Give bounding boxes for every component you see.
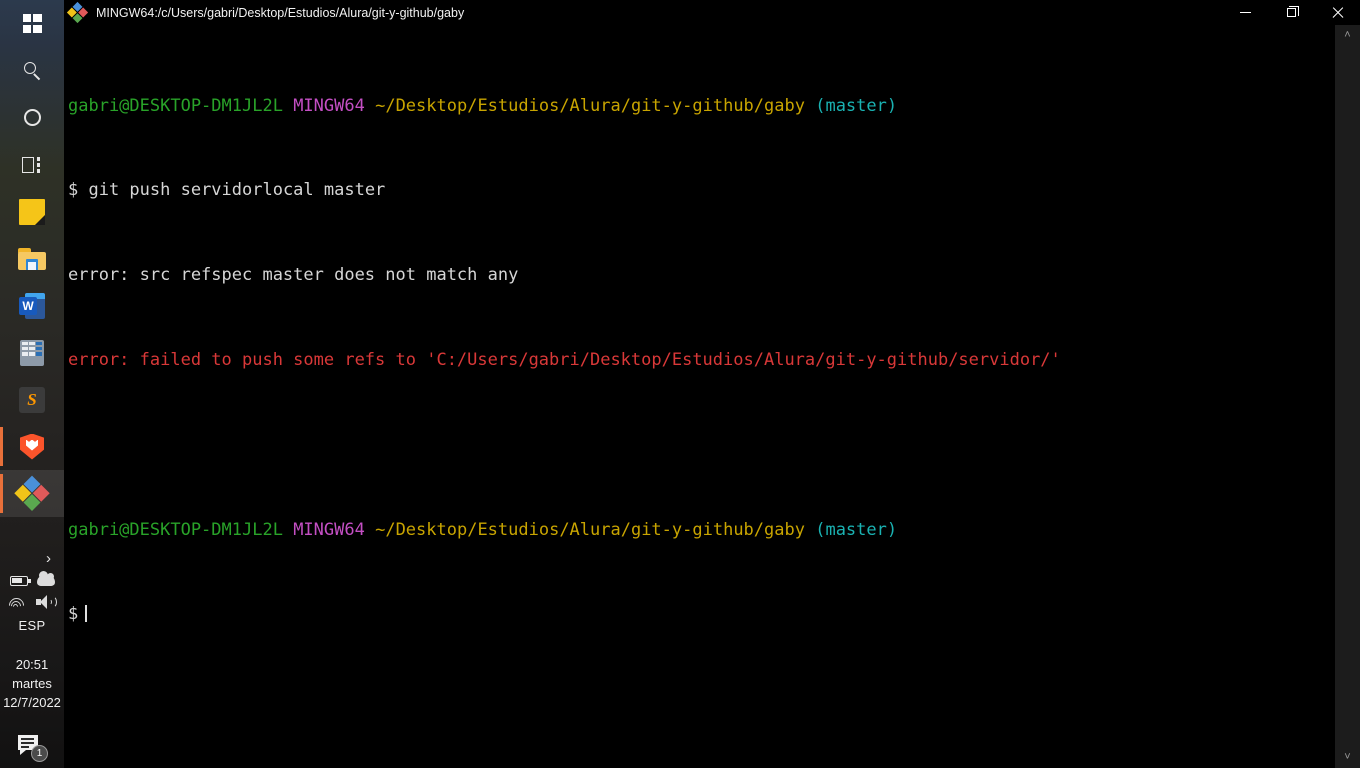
search-icon bbox=[22, 61, 42, 81]
sublime-text-button[interactable]: S bbox=[0, 376, 64, 423]
tray-row-network bbox=[0, 594, 64, 616]
circle-icon bbox=[23, 109, 41, 126]
minimize-button[interactable] bbox=[1222, 0, 1268, 25]
clock-time: 20:51 bbox=[15, 657, 49, 672]
prompt-path: ~/Desktop/Estudios/Alura/git-y-github/ga… bbox=[375, 95, 805, 116]
command-prefix: $ bbox=[68, 180, 89, 201]
sublime-letter: S bbox=[27, 390, 37, 409]
input-prefix: $ bbox=[68, 604, 79, 625]
prompt-path: ~/Desktop/Estudios/Alura/git-y-github/ga… bbox=[375, 519, 805, 540]
show-hidden-icons-button[interactable]: › bbox=[0, 551, 64, 566]
git-bash-button[interactable] bbox=[0, 470, 64, 517]
running-indicator bbox=[0, 427, 3, 466]
terminal-input-line[interactable]: $ bbox=[68, 604, 1335, 625]
terminal-output[interactable]: gabri@DESKTOP-DM1JL2L MINGW64 ~/Desktop/… bbox=[64, 25, 1335, 768]
brave-button[interactable] bbox=[0, 423, 64, 470]
text-cursor bbox=[85, 605, 88, 623]
start-button[interactable] bbox=[0, 0, 64, 47]
scrollbar-track[interactable] bbox=[1335, 41, 1360, 752]
terminal-output-line: error: src refspec master does not match… bbox=[68, 265, 519, 286]
folder-icon bbox=[18, 247, 46, 270]
language-indicator[interactable]: ESP bbox=[19, 618, 46, 633]
system-tray: › ESP 20:51 martes 12/7/2022 1 bbox=[0, 551, 64, 768]
prompt-host: MINGW64 bbox=[293, 519, 365, 540]
brave-shield-icon bbox=[20, 433, 44, 460]
task-view-icon bbox=[22, 156, 42, 173]
terminal-scrollbar[interactable]: ˄ ˅ bbox=[1335, 25, 1360, 768]
prompt-host: MINGW64 bbox=[293, 95, 365, 116]
command-text: git push servidorlocal master bbox=[88, 180, 386, 201]
terminal-prompt-line: gabri@DESKTOP-DM1JL2L MINGW64 ~/Desktop/… bbox=[68, 96, 1335, 117]
sublime-text-icon: S bbox=[19, 386, 45, 413]
running-indicator bbox=[0, 474, 3, 513]
restore-button[interactable] bbox=[1268, 0, 1314, 25]
desktop-screen: W S › ESP 20:51 martes 12/7/2022 1 MINGW… bbox=[0, 0, 1360, 768]
calculator-button[interactable] bbox=[0, 329, 64, 376]
prompt-user: gabri@DESKTOP-DM1JL2L bbox=[68, 519, 283, 540]
window-title: MINGW64:/c/Users/gabri/Desktop/Estudios/… bbox=[96, 5, 465, 20]
window-titlebar[interactable]: MINGW64:/c/Users/gabri/Desktop/Estudios/… bbox=[64, 0, 1360, 25]
notifications-button[interactable]: 1 bbox=[15, 732, 49, 762]
clock-day: martes bbox=[12, 676, 52, 691]
calculator-icon bbox=[20, 339, 44, 366]
terminal-error-line: error: failed to push some refs to 'C:/U… bbox=[68, 350, 1061, 371]
cortana-button[interactable] bbox=[0, 94, 64, 141]
scroll-up-button[interactable]: ˄ bbox=[1344, 30, 1350, 41]
windows-logo-icon bbox=[22, 14, 42, 33]
clock-date: 12/7/2022 bbox=[3, 695, 61, 710]
terminal-command-line: $ git push servidorlocal master bbox=[68, 180, 1335, 201]
terminal-prompt-line: gabri@DESKTOP-DM1JL2L MINGW64 ~/Desktop/… bbox=[68, 520, 1335, 541]
prompt-user: gabri@DESKTOP-DM1JL2L bbox=[68, 95, 283, 116]
prompt-branch: (master) bbox=[815, 95, 898, 116]
notification-badge: 1 bbox=[31, 745, 48, 762]
window-controls bbox=[1222, 0, 1360, 25]
sticky-note-icon bbox=[19, 198, 45, 225]
task-view-button[interactable] bbox=[0, 141, 64, 188]
word-icon: W bbox=[19, 292, 45, 319]
battery-icon[interactable] bbox=[9, 575, 31, 586]
volume-icon[interactable] bbox=[36, 595, 57, 609]
word-button[interactable]: W bbox=[0, 282, 64, 329]
wifi-icon[interactable] bbox=[5, 594, 28, 616]
close-button[interactable] bbox=[1314, 0, 1360, 25]
scroll-down-button[interactable]: ˅ bbox=[1344, 752, 1350, 763]
clock[interactable]: 20:51 martes 12/7/2022 bbox=[3, 655, 61, 712]
git-bash-icon bbox=[14, 475, 51, 512]
file-explorer-button[interactable] bbox=[0, 235, 64, 282]
word-letter: W bbox=[19, 296, 37, 315]
onedrive-cloud-icon[interactable] bbox=[36, 571, 55, 586]
taskbar: W S › ESP 20:51 martes 12/7/2022 1 bbox=[0, 0, 64, 768]
prompt-branch: (master) bbox=[815, 519, 898, 540]
sticky-notes-button[interactable] bbox=[0, 188, 64, 235]
search-button[interactable] bbox=[0, 47, 64, 94]
tray-row-power bbox=[0, 571, 64, 586]
git-bash-icon bbox=[66, 1, 89, 24]
